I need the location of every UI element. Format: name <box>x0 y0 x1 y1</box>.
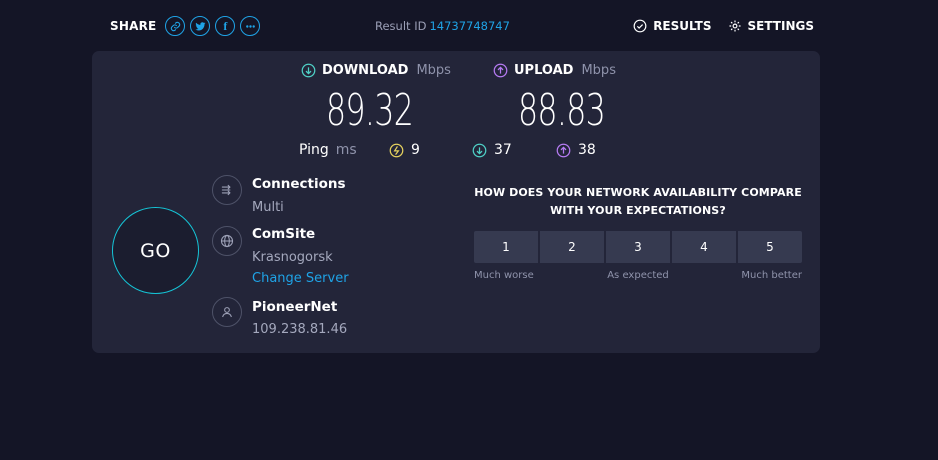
download-unit: Mbps <box>416 63 451 78</box>
go-button[interactable]: GO <box>112 207 199 294</box>
rating-high-label: Much better <box>741 270 802 281</box>
share-label: SHARE <box>110 19 157 33</box>
download-label: DOWNLOAD <box>322 63 409 78</box>
isp-icon-wrap <box>212 297 242 327</box>
top-bar: SHARE f Result ID 14737748747 RESULTS SET… <box>0 0 938 56</box>
ping-idle: 9 <box>389 142 420 158</box>
idle-latency-icon <box>389 143 404 157</box>
facebook-icon: f <box>223 18 228 33</box>
connections-title: Connections <box>252 176 346 192</box>
results-label: RESULTS <box>653 19 712 33</box>
rating-option-3[interactable]: 3 <box>606 231 670 263</box>
result-id-link[interactable]: 14737748747 <box>429 19 509 33</box>
twitter-icon <box>195 21 206 30</box>
upload-label: UPLOAD <box>514 63 574 78</box>
gear-icon <box>728 20 741 32</box>
rating-option-5[interactable]: 5 <box>738 231 802 263</box>
upload-metric: UPLOAD Mbps <box>493 63 616 78</box>
rating-option-2[interactable]: 2 <box>540 231 604 263</box>
share-link-button[interactable] <box>165 16 186 36</box>
share-twitter-button[interactable] <box>190 16 211 36</box>
link-icon <box>170 21 181 31</box>
ping-download-value: 37 <box>494 142 512 158</box>
survey-question: HOW DOES YOUR NETWORK AVAILABILITY COMPA… <box>474 186 802 217</box>
ping-download: 37 <box>472 142 512 158</box>
rating-option-1[interactable]: 1 <box>474 231 538 263</box>
download-metric: DOWNLOAD Mbps <box>301 63 451 78</box>
rating-option-4[interactable]: 4 <box>672 231 736 263</box>
upload-arrow-icon <box>493 63 508 78</box>
check-circle-icon <box>633 19 647 33</box>
settings-label: SETTINGS <box>747 19 815 33</box>
result-id-label: Result ID <box>375 19 427 33</box>
connections-value: Multi <box>252 200 284 215</box>
top-links: RESULTS SETTINGS <box>633 19 814 33</box>
upload-value: 88.83 <box>518 85 606 136</box>
ping-idle-value: 9 <box>411 142 420 158</box>
ping-upload: 38 <box>556 142 596 158</box>
share-more-button[interactable] <box>240 16 261 36</box>
ping-row: Ping ms <box>299 142 357 158</box>
result-id: Result ID 14737748747 <box>375 19 510 33</box>
server-location: Krasnogorsk <box>252 250 333 265</box>
share-facebook-button[interactable]: f <box>215 16 236 36</box>
change-server-link[interactable]: Change Server <box>252 271 349 286</box>
download-value: 89.32 <box>326 85 414 136</box>
connections-icon-wrap <box>212 175 242 205</box>
upload-latency-icon <box>556 143 571 157</box>
isp-ip: 109.238.81.46 <box>252 322 348 337</box>
share-bar: SHARE f <box>110 16 261 36</box>
upload-unit: Mbps <box>581 63 616 78</box>
isp-title: PioneerNet <box>252 299 338 315</box>
download-arrow-icon <box>301 63 316 78</box>
settings-link[interactable]: SETTINGS <box>728 19 815 33</box>
results-link[interactable]: RESULTS <box>633 19 712 33</box>
go-label: GO <box>140 239 171 262</box>
user-icon <box>222 307 232 318</box>
more-icon <box>246 24 255 28</box>
connections-icon <box>221 184 231 196</box>
upload-header: UPLOAD Mbps <box>493 63 616 78</box>
download-latency-icon <box>472 143 487 157</box>
results-card: DOWNLOAD Mbps 89.32 UPLOAD Mbps 88.83 Pi… <box>92 51 820 353</box>
server-icon-wrap <box>212 226 242 256</box>
server-title: ComSite <box>252 226 316 242</box>
download-header: DOWNLOAD Mbps <box>301 63 451 78</box>
rating-scale: 1 2 3 4 5 <box>474 231 802 263</box>
globe-icon <box>220 234 234 248</box>
ping-upload-value: 38 <box>578 142 596 158</box>
ping-label: Ping <box>299 142 329 158</box>
ping-unit: ms <box>335 142 357 158</box>
